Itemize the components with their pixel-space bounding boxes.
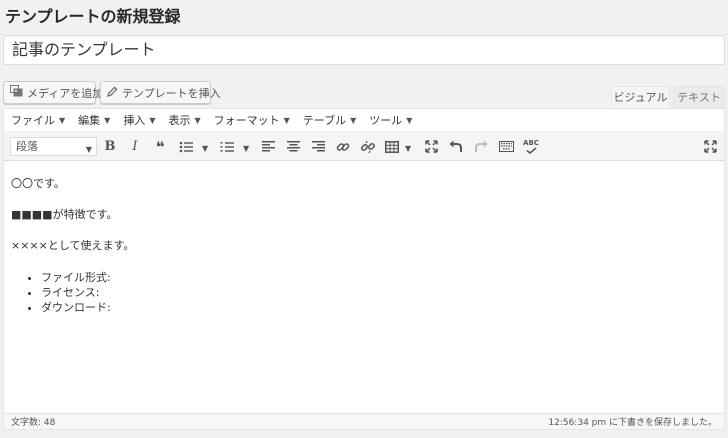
editor-menubar: ファイル ▼ 編集 ▼ 挿入 ▼ 表示 ▼ フォーマット ▼ テーブル ▼ ツール ▼ xyxy=(4,109,724,132)
list-item: ファイル形式: xyxy=(41,270,717,285)
menu-file[interactable]: ファイル ▼ xyxy=(11,112,65,128)
tab-text[interactable]: テキスト xyxy=(673,86,725,108)
editor-content[interactable]: 〇〇です。 ■■■■が特徴です。 ××××として使えます。 ファイル形式: ライ… xyxy=(4,161,724,413)
content-paragraph: ■■■■が特徴です。 xyxy=(11,208,118,221)
word-count: 文字数: 48 xyxy=(11,418,56,428)
autosave-status: 12:56:34 pm に下書きを保存しました。 xyxy=(548,418,717,428)
list-item: ダウンロード: xyxy=(41,300,717,315)
caret-down-icon: ▼ xyxy=(283,115,290,125)
caret-down-icon: ▼ xyxy=(406,115,413,125)
add-media-button[interactable]: メディアを追加 xyxy=(3,81,103,104)
caret-down-icon[interactable]: ▼ xyxy=(243,144,249,153)
unlink-icon[interactable] xyxy=(358,137,378,156)
numbered-list-icon[interactable] xyxy=(217,137,237,156)
caret-down-icon: ▼ xyxy=(85,145,92,154)
caret-down-icon: ▼ xyxy=(59,115,66,125)
align-left-icon[interactable] xyxy=(258,137,278,156)
editor-toolbar: 段落 ▼ B I ❝ ▼ ▼ ▼ ABC xyxy=(4,132,724,161)
block-format-select[interactable]: 段落 ▼ xyxy=(10,137,97,156)
undo-icon[interactable] xyxy=(446,137,466,156)
tab-visual[interactable]: ビジュアル xyxy=(611,86,670,108)
page-title: テンプレートの新規登録 xyxy=(5,7,181,26)
table-icon[interactable] xyxy=(382,137,402,156)
caret-down-icon[interactable]: ▼ xyxy=(405,144,411,153)
link-icon[interactable] xyxy=(333,137,353,156)
distraction-free-icon[interactable] xyxy=(700,137,720,156)
content-paragraph: ××××として使えます。 xyxy=(11,239,135,252)
caret-down-icon: ▼ xyxy=(149,115,156,125)
editor-statusbar: 文字数: 48 12:56:34 pm に下書きを保存しました。 xyxy=(4,413,724,429)
spellcheck-icon[interactable]: ABC xyxy=(521,137,541,156)
pencil-icon xyxy=(107,86,118,100)
blockquote-icon[interactable]: ❝ xyxy=(150,137,170,156)
menu-table[interactable]: テーブル ▼ xyxy=(303,112,357,128)
menu-edit[interactable]: 編集 ▼ xyxy=(78,112,110,128)
menu-tools[interactable]: ツール ▼ xyxy=(369,112,412,128)
menu-insert[interactable]: 挿入 ▼ xyxy=(123,112,155,128)
editor: ファイル ▼ 編集 ▼ 挿入 ▼ 表示 ▼ フォーマット ▼ テーブル ▼ ツール ▼ 段落 … xyxy=(3,108,725,430)
align-center-icon[interactable] xyxy=(283,137,303,156)
list-item: ライセンス: xyxy=(41,285,717,300)
keyboard-icon[interactable] xyxy=(496,137,516,156)
insert-template-label: テンプレートを挿入 xyxy=(122,86,221,100)
content-paragraph: 〇〇です。 xyxy=(11,177,65,190)
add-media-label: メディアを追加 xyxy=(27,86,104,100)
caret-down-icon: ▼ xyxy=(104,115,111,125)
bold-icon[interactable]: B xyxy=(100,137,120,156)
post-title-input[interactable]: 記事のテンプレート xyxy=(3,35,725,65)
align-right-icon[interactable] xyxy=(308,137,328,156)
insert-template-button[interactable]: テンプレートを挿入 xyxy=(100,81,221,104)
bullet-list-icon[interactable] xyxy=(176,137,196,156)
caret-down-icon: ▼ xyxy=(350,115,357,125)
italic-icon[interactable]: I xyxy=(125,137,145,156)
menu-format[interactable]: フォーマット ▼ xyxy=(214,112,290,128)
content-list: ファイル形式: ライセンス: ダウンロード: xyxy=(11,270,717,315)
fullscreen-icon[interactable] xyxy=(421,137,441,156)
redo-icon[interactable] xyxy=(471,137,491,156)
media-icon xyxy=(10,85,23,100)
menu-view[interactable]: 表示 ▼ xyxy=(168,112,200,128)
caret-down-icon[interactable]: ▼ xyxy=(202,144,208,153)
caret-down-icon: ▼ xyxy=(194,115,201,125)
